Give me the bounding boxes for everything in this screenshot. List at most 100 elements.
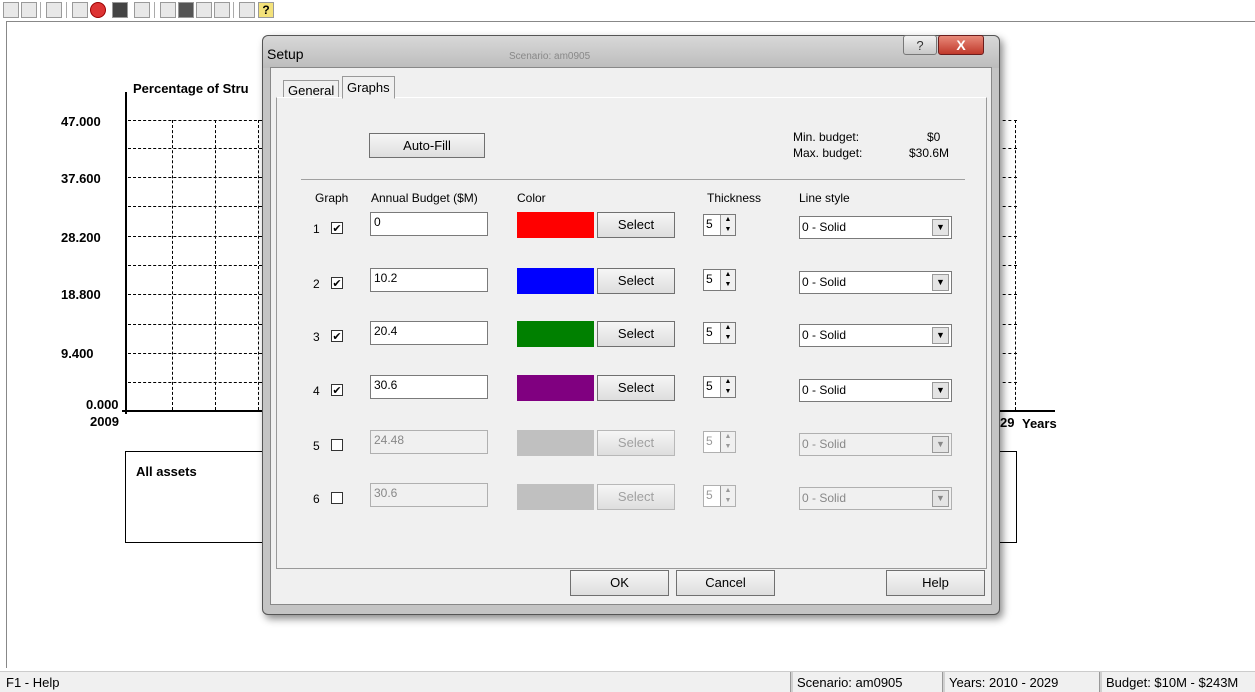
grid-line (128, 324, 262, 325)
col-header-color: Color (517, 191, 546, 205)
col-header-graph: Graph (315, 191, 349, 205)
y-tick-label: 37.600 (61, 171, 101, 186)
thickness-value: 5 (706, 488, 713, 502)
y-tick-label: 0.000 (86, 397, 119, 412)
x-axis-label: Years (1022, 416, 1057, 431)
thickness-spinner-3[interactable]: 5 ▲ ▼ (703, 322, 736, 344)
chevron-down-icon[interactable]: ▼ (932, 274, 949, 291)
thickness-value: 5 (706, 272, 713, 286)
ok-button[interactable]: OK (570, 570, 669, 596)
max-budget-value: $30.6M (909, 146, 950, 160)
thickness-spinner-2[interactable]: 5 ▲ ▼ (703, 269, 736, 291)
line-style-select-6: 0 - Solid ▼ (799, 487, 952, 510)
graph-checkbox-6[interactable] (331, 492, 343, 504)
print2-icon[interactable] (134, 2, 150, 18)
close-red-icon[interactable] (90, 2, 106, 18)
color-swatch-4 (517, 375, 594, 401)
thickness-spinner-1[interactable]: 5 ▲ ▼ (703, 214, 736, 236)
col-header-thickness: Thickness (707, 191, 762, 205)
print-icon[interactable] (3, 2, 19, 18)
title-help-button[interactable]: ? (903, 35, 937, 55)
select-color-button-3[interactable]: Select (597, 321, 675, 347)
status-scenario: Scenario: am0905 (797, 675, 903, 690)
line-style-select-1[interactable]: 0 - Solid ▼ (799, 216, 952, 239)
grid-line (128, 206, 262, 207)
divider (301, 179, 965, 180)
spin-arrows-icon: ▲ ▼ (720, 486, 735, 506)
spin-arrows-icon[interactable]: ▲ ▼ (720, 215, 735, 235)
table-icon[interactable] (196, 2, 212, 18)
min-budget-value: $0 (927, 130, 941, 144)
thickness-value: 5 (706, 379, 713, 393)
grid-line (997, 148, 1017, 149)
title-close-button[interactable]: X (938, 35, 984, 55)
help-button[interactable]: Help (886, 570, 985, 596)
save-icon[interactable] (112, 2, 128, 18)
color-swatch-2 (517, 268, 594, 294)
select-color-button-2[interactable]: Select (597, 268, 675, 294)
dialog-titlebar[interactable]: Setup Scenario: am0905 ? X (263, 35, 999, 68)
legend-label: All assets (136, 464, 197, 479)
spin-arrows-icon[interactable]: ▲ ▼ (720, 323, 735, 343)
budget-input-4[interactable]: 30.6 (370, 375, 488, 399)
line-style-select-4[interactable]: 0 - Solid ▼ (799, 379, 952, 402)
thickness-spinner-6: 5 ▲ ▼ (703, 485, 736, 507)
background-title: Scenario: am0905 (509, 51, 591, 62)
grid-line (1015, 120, 1016, 410)
grid-line (128, 120, 262, 121)
help-icon[interactable]: ? (258, 2, 274, 18)
tools-icon[interactable] (239, 2, 255, 18)
spin-arrows-icon[interactable]: ▲ ▼ (720, 377, 735, 397)
grid-line (128, 265, 262, 266)
grid-line (997, 177, 1017, 178)
select-color-button-4[interactable]: Select (597, 375, 675, 401)
line-style-select-3[interactable]: 0 - Solid ▼ (799, 324, 952, 347)
color-swatch-5 (517, 430, 594, 456)
graph-checkbox-1[interactable] (331, 222, 343, 234)
y-tick-label: 18.800 (61, 287, 101, 302)
budget-input-2[interactable]: 10.2 (370, 268, 488, 292)
grid-line (128, 382, 262, 383)
autofill-button[interactable]: Auto-Fill (369, 133, 485, 158)
print-preview-icon[interactable] (21, 2, 37, 18)
col-header-budget: Annual Budget ($M) (371, 191, 478, 205)
grid-line (997, 294, 1017, 295)
dialog-client: General Graphs Auto-Fill Min. budget: $0… (270, 67, 992, 605)
select-color-button-1[interactable]: Select (597, 212, 675, 238)
color-swatch-3 (517, 321, 594, 347)
line-style-select-2[interactable]: 0 - Solid ▼ (799, 271, 952, 294)
budget-input-5: 24.48 (370, 430, 488, 454)
budget-input-3[interactable]: 20.4 (370, 321, 488, 345)
thickness-value: 5 (706, 217, 713, 231)
row-number: 1 (313, 222, 320, 236)
budget-input-1[interactable]: 0 (370, 212, 488, 236)
chevron-down-icon[interactable]: ▼ (932, 219, 949, 236)
open-icon[interactable] (72, 2, 88, 18)
line-style-value: 0 - Solid (802, 328, 847, 342)
grid-line (128, 148, 262, 149)
min-budget-label: Min. budget: (793, 130, 860, 144)
chevron-down-icon[interactable]: ▼ (932, 327, 949, 344)
status-bar: F1 - Help Scenario: am0905 Years: 2010 -… (0, 671, 1255, 692)
cancel-button[interactable]: Cancel (676, 570, 775, 596)
graph-checkbox-4[interactable] (331, 384, 343, 396)
graph-checkbox-5[interactable] (331, 439, 343, 451)
grid-line (997, 324, 1017, 325)
export-icon[interactable] (46, 2, 62, 18)
chevron-down-icon[interactable]: ▼ (932, 382, 949, 399)
graph-checkbox-2[interactable] (331, 277, 343, 289)
status-budget: Budget: $10M - $243M (1106, 675, 1239, 690)
thickness-spinner-4[interactable]: 5 ▲ ▼ (703, 376, 736, 398)
grid-line (997, 120, 1017, 121)
chart-icon[interactable] (160, 2, 176, 18)
fill-icon[interactable] (178, 2, 194, 18)
grid-line (215, 120, 216, 410)
x-axis-right (998, 410, 1055, 412)
grid-line (997, 236, 1017, 237)
graph-checkbox-3[interactable] (331, 330, 343, 342)
spin-arrows-icon[interactable]: ▲ ▼ (720, 270, 735, 290)
report-icon[interactable] (214, 2, 230, 18)
tab-graphs[interactable]: Graphs (342, 76, 395, 99)
thickness-spinner-5: 5 ▲ ▼ (703, 431, 736, 453)
y-tick-label: 47.000 (61, 114, 101, 129)
